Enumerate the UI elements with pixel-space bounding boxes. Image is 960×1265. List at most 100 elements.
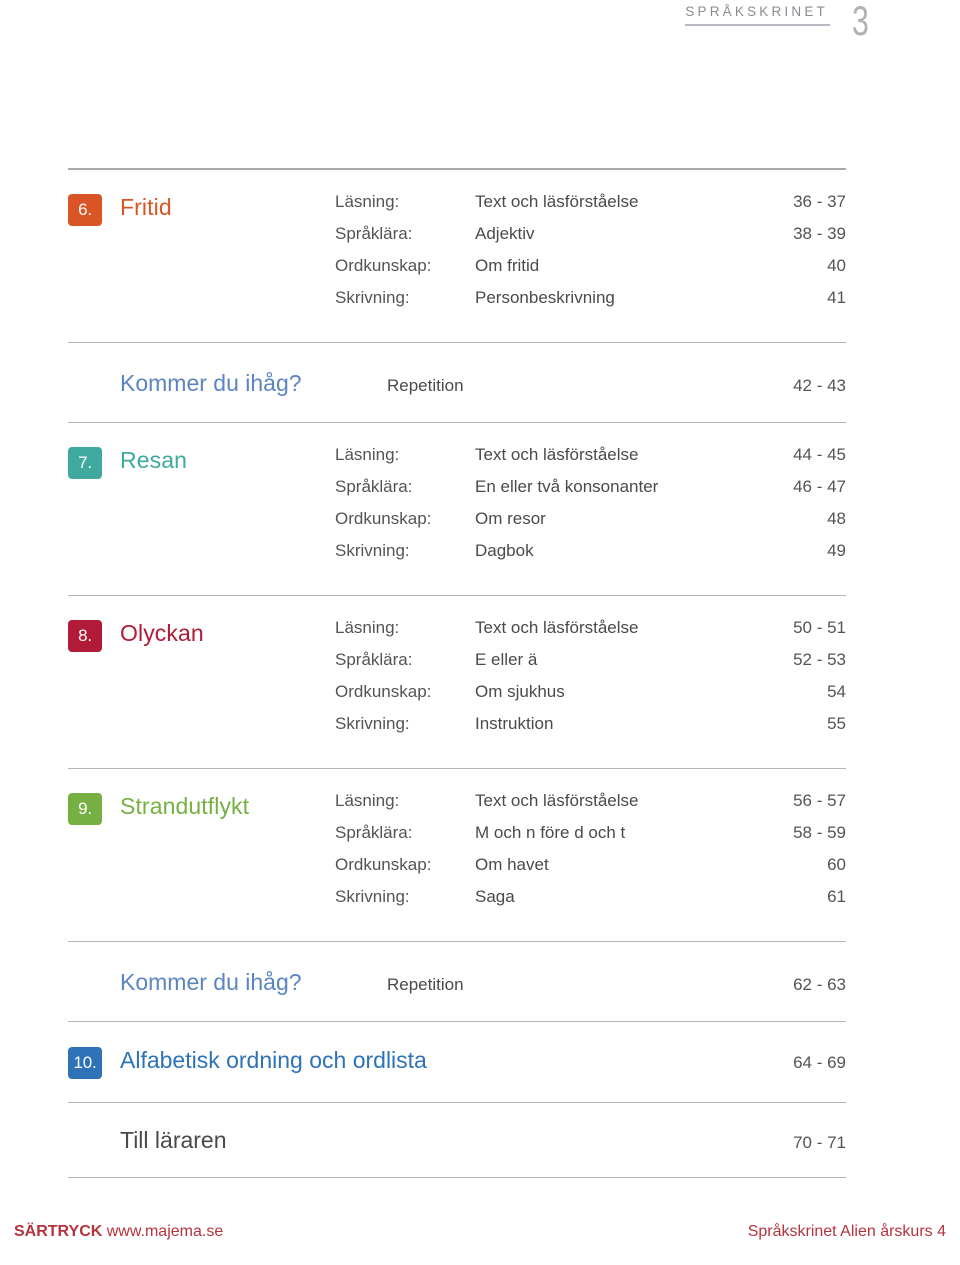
detail-page-range: 61 bbox=[827, 886, 846, 906]
detail-label: Ordkunskap: bbox=[335, 255, 432, 275]
chapter-number-badge: 9. bbox=[68, 792, 102, 825]
chapter-number-badge: 8. bbox=[68, 619, 102, 652]
toc-repetition-entry: Kommer du ihåg? Repetition 62 - 63 bbox=[68, 942, 846, 1021]
toc-detail-row: Skrivning: Dagbok 49 bbox=[335, 541, 846, 573]
toc-detail-row: Ordkunskap: Om resor 48 bbox=[335, 509, 846, 541]
chapter-title-col: Fritid bbox=[120, 192, 335, 221]
detail-value: Saga bbox=[475, 886, 515, 906]
header-divider bbox=[685, 24, 830, 26]
repetition-title[interactable]: Kommer du ihåg? bbox=[120, 370, 387, 396]
detail-label: Språklära: bbox=[335, 476, 413, 496]
brand-title: SPRÅKSKRINET bbox=[685, 4, 828, 19]
chapter-detail-rows: Läsning: Text och läsförståelse 44 - 45 Spr… bbox=[335, 445, 846, 573]
chapter-detail-rows: Läsning: Text och läsförståelse 50 - 51 Spr… bbox=[335, 618, 846, 746]
detail-value: Adjektiv bbox=[475, 223, 535, 243]
detail-page-range: 56 - 57 bbox=[793, 790, 846, 810]
repetition-title-col: Kommer du ihåg? bbox=[120, 968, 387, 995]
detail-page-range: 49 bbox=[827, 540, 846, 560]
chapter-number-badge: 7. bbox=[68, 446, 102, 479]
detail-page-range: 54 bbox=[827, 681, 846, 701]
detail-label: Skrivning: bbox=[335, 540, 410, 560]
detail-value: Om sjukhus bbox=[475, 681, 565, 701]
detail-label: Läsning: bbox=[335, 444, 400, 464]
toc-detail-row: Språklära: M och n före d och t 58 - 59 bbox=[335, 823, 846, 855]
detail-page-range: 60 bbox=[827, 854, 846, 874]
chapter-badge-col: 8. bbox=[68, 618, 120, 652]
chapter-badge-col: 6. bbox=[68, 192, 120, 226]
toc-single-entry: Till läraren 70 - 71 bbox=[68, 1103, 846, 1177]
toc-detail-row: Ordkunskap: Om havet 60 bbox=[335, 855, 846, 887]
toc-detail-row: Läsning: Text och läsförståelse 50 - 51 bbox=[335, 618, 846, 650]
toc-single-entry: 10. Alfabetisk ordning och ordlista 64 - 6… bbox=[68, 1022, 846, 1102]
chapter-title[interactable]: Fritid bbox=[120, 193, 335, 221]
chapter-title-col: Strandutflykt bbox=[120, 791, 335, 820]
detail-page-range: 58 - 59 bbox=[793, 822, 846, 842]
toc-detail-row: Läsning: Text och läsförståelse 44 - 45 bbox=[335, 445, 846, 477]
detail-label: Ordkunskap: bbox=[335, 508, 432, 528]
footer-left: SÄRTRYCK www.majema.se bbox=[14, 1223, 223, 1241]
detail-page-range: 48 bbox=[827, 508, 846, 528]
toc-detail-row: Språklära: E eller ä 52 - 53 bbox=[335, 650, 846, 682]
chapter-badge-col: 7. bbox=[68, 445, 120, 479]
repetition-title[interactable]: Kommer du ihåg? bbox=[120, 969, 387, 995]
toc-detail-row: Språklära: Adjektiv 38 - 39 bbox=[335, 224, 846, 256]
detail-value: En eller två konsonanter bbox=[475, 476, 659, 496]
entry-title[interactable]: Alfabetisk ordning och ordlista bbox=[120, 1046, 768, 1074]
repetition-page-range: 42 - 43 bbox=[793, 375, 846, 395]
detail-label: Ordkunskap: bbox=[335, 681, 432, 701]
detail-label: Språklära: bbox=[335, 223, 413, 243]
chapter-number-badge: 10. bbox=[68, 1046, 102, 1079]
detail-value: Om havet bbox=[475, 854, 549, 874]
toc-chapter-entry: 8. Olyckan Läsning: Text och läsförståelse 5… bbox=[68, 596, 846, 768]
detail-value: Text och läsförståelse bbox=[475, 790, 639, 810]
detail-page-range: 46 - 47 bbox=[793, 476, 846, 496]
detail-value: Om fritid bbox=[475, 255, 540, 275]
toc-detail-row: Skrivning: Instruktion 55 bbox=[335, 714, 846, 746]
toc-detail-row: Skrivning: Saga 61 bbox=[335, 887, 846, 919]
detail-label: Skrivning: bbox=[335, 287, 410, 307]
toc-detail-row: Ordkunskap: Om fritid 40 bbox=[335, 256, 846, 288]
entry-title[interactable]: Till läraren bbox=[120, 1126, 768, 1154]
detail-value: Personbeskrivning bbox=[475, 287, 615, 307]
footer-book-title: Språkskrinet Alien årskurs 4 bbox=[747, 1223, 946, 1240]
chapter-title[interactable]: Resan bbox=[120, 446, 335, 474]
header-brand-wrap: SPRÅKSKRINET bbox=[685, 4, 830, 28]
toc-detail-row: Läsning: Text och läsförståelse 36 - 37 bbox=[335, 192, 846, 224]
page-footer: SÄRTRYCK www.majema.se Språkskrinet Alie… bbox=[0, 1209, 960, 1265]
toc-chapter-entry: 6. Fritid Läsning: Text och läsförståelse 36… bbox=[68, 170, 846, 342]
detail-value: Text och läsförståelse bbox=[475, 617, 639, 637]
detail-value: Dagbok bbox=[475, 540, 534, 560]
detail-page-range: 55 bbox=[827, 713, 846, 733]
detail-label: Språklära: bbox=[335, 822, 413, 842]
detail-label: Ordkunskap: bbox=[335, 854, 432, 874]
detail-label: Skrivning: bbox=[335, 886, 410, 906]
chapter-title-col: Resan bbox=[120, 445, 335, 474]
footer-website[interactable]: www.majema.se bbox=[107, 1223, 223, 1240]
entry-page-range: 64 - 69 bbox=[793, 1052, 846, 1072]
footer-sartryck-label: SÄRTRYCK bbox=[14, 1223, 103, 1240]
detail-page-range: 41 bbox=[827, 287, 846, 307]
page-header: SPRÅKSKRINET 3 bbox=[0, 0, 960, 56]
detail-page-range: 40 bbox=[827, 255, 846, 275]
chapter-detail-rows: Läsning: Text och läsförståelse 36 - 37 Spr… bbox=[335, 192, 846, 320]
chapter-title[interactable]: Olyckan bbox=[120, 619, 335, 647]
detail-label: Läsning: bbox=[335, 617, 400, 637]
chapter-detail-rows: Läsning: Text och läsförståelse 56 - 57 Spr… bbox=[335, 791, 846, 919]
section-divider bbox=[68, 1176, 846, 1178]
table-of-contents: 6. Fritid Läsning: Text och läsförståelse 36… bbox=[68, 168, 846, 1178]
toc-detail-row: Läsning: Text och läsförståelse 56 - 57 bbox=[335, 791, 846, 823]
toc-chapter-entry: 9. Strandutflykt Läsning: Text och läsförst… bbox=[68, 769, 846, 941]
detail-value: Text och läsförståelse bbox=[475, 191, 639, 211]
repetition-page-range: 62 - 63 bbox=[793, 974, 846, 994]
repetition-value: Repetition bbox=[387, 974, 464, 994]
chapter-title[interactable]: Strandutflykt bbox=[120, 792, 335, 820]
chapter-badge-col: 9. bbox=[68, 791, 120, 825]
detail-page-range: 44 - 45 bbox=[793, 444, 846, 464]
repetition-value: Repetition bbox=[387, 375, 464, 395]
toc-detail-row: Skrivning: Personbeskrivning 41 bbox=[335, 288, 846, 320]
detail-label: Läsning: bbox=[335, 191, 400, 211]
toc-chapter-entry: 7. Resan Läsning: Text och läsförståelse 44 … bbox=[68, 423, 846, 595]
chapter-number-badge: 6. bbox=[68, 193, 102, 226]
detail-value: Instruktion bbox=[475, 713, 554, 733]
detail-label: Skrivning: bbox=[335, 713, 410, 733]
